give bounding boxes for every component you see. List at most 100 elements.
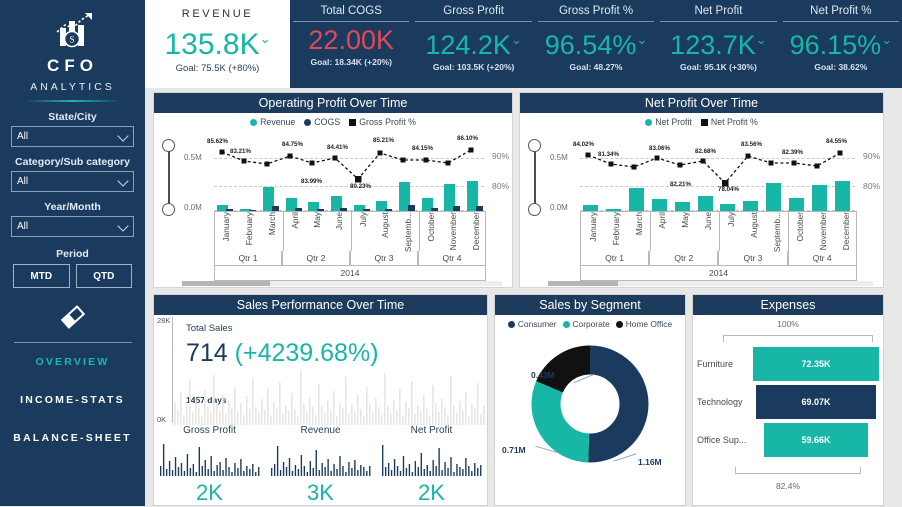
card-operating-profit-title: Operating Profit Over Time: [154, 93, 512, 113]
data-label-gp-jan: 85.62%: [207, 138, 228, 145]
kpi-revenue-goal: Goal: 75.5K (+80%): [175, 63, 260, 74]
funnel-bottom-pct: 82.4%: [775, 481, 801, 491]
kpi-total-cogs[interactable]: Total COGS 22.00K Goal: 18.34K (+20%): [290, 0, 412, 88]
bar-net-jul[interactable]: [720, 204, 735, 211]
slider-handle-top[interactable]: [162, 139, 175, 152]
slider-handle-bottom[interactable]: [162, 203, 175, 216]
bar-net-may[interactable]: [675, 202, 690, 211]
y-axis-range-slider[interactable]: [528, 139, 542, 216]
sidebar-item-overview[interactable]: OVERVIEW: [0, 343, 145, 381]
bar-net-aug[interactable]: [743, 201, 758, 211]
y-tick-0-5m: 0.5M: [550, 153, 568, 162]
kpi-gross-profit-pct-title: Gross Profit %: [558, 5, 634, 17]
axis-month-august: August: [748, 212, 759, 238]
slider-handle-bottom[interactable]: [528, 203, 541, 216]
period-mtd-button[interactable]: MTD: [13, 264, 70, 288]
bar-net-apr[interactable]: [652, 199, 667, 211]
kpi-gross-profit[interactable]: Gross Profit 124.2K⌄ Goal: 103.5K (+20%): [412, 0, 534, 88]
axis-month-october: October: [419, 212, 442, 251]
x-axis-quarters: Qtr 1 Qtr 2 Qtr 3 Qtr 4: [580, 251, 857, 266]
legend-item-corporate[interactable]: Corporate: [562, 319, 610, 329]
bar-net-oct[interactable]: [789, 198, 804, 211]
kpi-net-profit-pct[interactable]: Net Profit % 96.15%⌄ Goal: 38.62%: [780, 0, 902, 88]
slider-handle-top[interactable]: [528, 139, 541, 152]
brand-divider: [24, 100, 121, 102]
funnel-row-office-supplies[interactable]: Office Sup... 59.66K: [697, 423, 887, 457]
kpi-gross-profit-pct[interactable]: Gross Profit % 96.54%⌄ Goal: 48.27%: [535, 0, 657, 88]
axis-month-february: February: [243, 212, 254, 246]
bar-net-nov[interactable]: [812, 185, 827, 211]
chevron-down-icon: [117, 175, 129, 187]
axis-quarter-3: Qtr 3: [718, 251, 788, 266]
sparkline-revenue-graph: [270, 446, 371, 476]
donut-label-corporate: 0.71M: [502, 445, 526, 455]
brand-block: S CFO ANALYTICS: [0, 0, 145, 102]
kpi-revenue[interactable]: REVENUE 135.8K⌄ Goal: 75.5K (+80%): [145, 0, 290, 88]
filter-label-category: Category/Sub category: [15, 156, 130, 168]
sparkline-net-profit-value: 2K: [418, 480, 445, 505]
axis-month-march: March: [266, 212, 277, 236]
horizontal-scrollbar[interactable]: [548, 281, 873, 286]
sidebar: S CFO ANALYTICS State/City All Category/…: [0, 0, 145, 506]
kpi-revenue-value: 135.8K⌄: [164, 28, 271, 61]
funnel-top-pct: 100%: [777, 319, 799, 329]
dashboard-root: S CFO ANALYTICS State/City All Category/…: [0, 0, 902, 506]
horizontal-scrollbar[interactable]: [182, 281, 502, 286]
card-expenses: Expenses 100% Furniture 72.35K Technolog…: [692, 294, 884, 506]
legend-item-net-profit-pct[interactable]: Net Profit %: [700, 117, 758, 127]
legend-item-cogs[interactable]: COGS: [304, 117, 340, 127]
kpi-net-profit[interactable]: Net Profit 123.7K⌄ Goal: 95.1K (+30%): [657, 0, 779, 88]
operating-bars: [214, 133, 486, 211]
bar-net-dec[interactable]: [835, 181, 850, 211]
filter-state-city[interactable]: All: [11, 126, 134, 147]
sparkline-gross-profit-value: 2K: [196, 480, 223, 505]
funnel-tick-bottom-right: [860, 467, 861, 474]
axis-month-january: January: [587, 212, 598, 242]
legend-item-net-profit[interactable]: Net Profit: [645, 117, 692, 127]
sparkline-net-profit[interactable]: Net Profit 2K: [376, 425, 487, 507]
sidebar-item-balance-sheet[interactable]: BALANCE-SHEET: [0, 419, 145, 457]
period-qtd-button[interactable]: QTD: [75, 264, 132, 288]
data-label-np-dec: 84.55%: [826, 138, 847, 145]
svg-text:S: S: [69, 35, 74, 45]
data-label-gp-sep: 84.15%: [394, 173, 415, 180]
reset-filters-button[interactable]: [0, 294, 145, 340]
data-label-gp-jul: 80.23%: [350, 183, 371, 190]
funnel-row-furniture[interactable]: Furniture 72.35K: [697, 347, 887, 381]
data-label-np-apr: 83.06%: [649, 145, 670, 152]
kpi-cards: Total COGS 22.00K Goal: 18.34K (+20%) Gr…: [290, 0, 902, 88]
main-content: REVENUE 135.8K⌄ Goal: 75.5K (+80%) Total…: [145, 0, 902, 506]
legend-item-gross-profit-pct[interactable]: Gross Profit %: [349, 117, 416, 127]
bar-net-jun[interactable]: [698, 196, 713, 211]
data-label-np-jul: 78.04%: [718, 186, 739, 193]
bar-net-mar[interactable]: [629, 188, 644, 211]
period-buttons: MTD QTD: [0, 264, 145, 288]
card-sales-by-segment: Sales by Segment Consumer Corporate Home…: [494, 294, 686, 506]
legend-item-consumer[interactable]: Consumer: [507, 319, 557, 329]
card-net-profit-title: Net Profit Over Time: [520, 93, 883, 113]
legend-item-home-office[interactable]: Home Office: [615, 319, 672, 329]
bar-net-sep[interactable]: [766, 183, 781, 211]
filter-category[interactable]: All: [11, 171, 134, 192]
trend-up-icon: ⌄: [755, 32, 767, 47]
axis-quarter-1: Qtr 1: [214, 251, 282, 266]
sparkline-revenue[interactable]: Revenue 3K: [265, 425, 376, 507]
filter-year-month[interactable]: All: [11, 216, 134, 237]
kpi-total-cogs-goal: Goal: 18.34K (+20%): [310, 57, 392, 67]
axis-month-april: April: [283, 212, 306, 251]
data-label-gp-jun: 84.41%: [327, 144, 348, 151]
legend-item-revenue[interactable]: Revenue: [250, 117, 295, 127]
kpi-total-cogs-value: 22.00K: [308, 25, 394, 55]
funnel-tick-left: [723, 335, 724, 342]
funnel-row-technology[interactable]: Technology 69.07K: [697, 385, 887, 419]
axis-month-july: July: [719, 212, 742, 251]
data-label-gp-oct: 84.15%: [412, 145, 433, 152]
data-label-gp-nov: 83.73%: [440, 176, 461, 183]
funnel-label-office-supplies: Office Sup...: [697, 435, 747, 445]
sparkline-gross-profit[interactable]: Gross Profit 2K: [154, 425, 265, 507]
sidebar-item-income-stats[interactable]: INCOME-STATS: [0, 381, 145, 419]
y-axis-range-slider[interactable]: [162, 139, 176, 216]
brand-name: CFO: [47, 56, 98, 75]
axis-month-june: June: [334, 212, 345, 230]
legend-segment: Consumer Corporate Home Office: [495, 315, 685, 329]
